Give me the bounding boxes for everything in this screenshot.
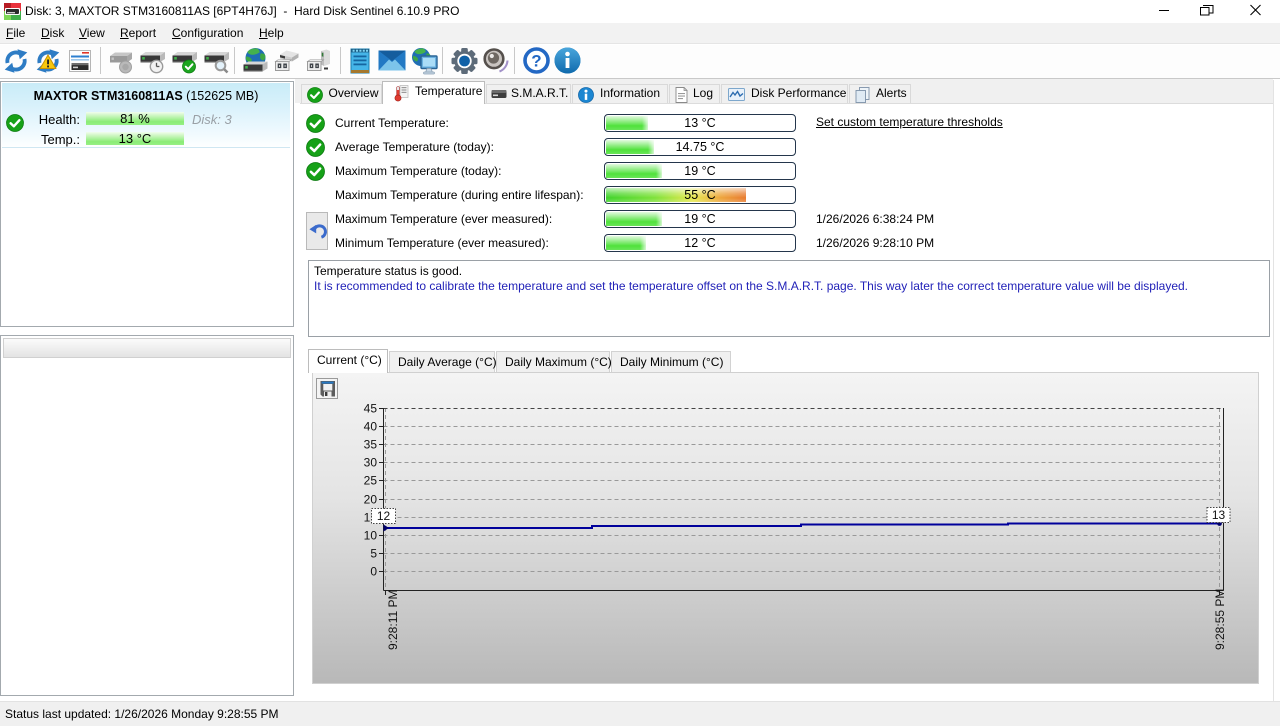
svg-text:20: 20 xyxy=(364,493,378,507)
svg-text:30: 30 xyxy=(364,456,378,470)
svg-text:35: 35 xyxy=(364,438,378,452)
svg-text:9:28:55 PM: 9:28:55 PM xyxy=(1213,589,1227,650)
svg-text:5: 5 xyxy=(370,547,377,561)
svg-text:9:28:11 PM: 9:28:11 PM xyxy=(386,590,400,650)
svg-text:?: ? xyxy=(531,52,541,71)
svg-text:25: 25 xyxy=(364,474,378,488)
svg-text:40: 40 xyxy=(364,420,378,434)
svg-text:12: 12 xyxy=(377,509,391,523)
svg-text:0: 0 xyxy=(370,565,377,579)
svg-text:10: 10 xyxy=(364,529,378,543)
svg-text:45: 45 xyxy=(364,402,378,416)
svg-text:13: 13 xyxy=(1212,508,1226,522)
